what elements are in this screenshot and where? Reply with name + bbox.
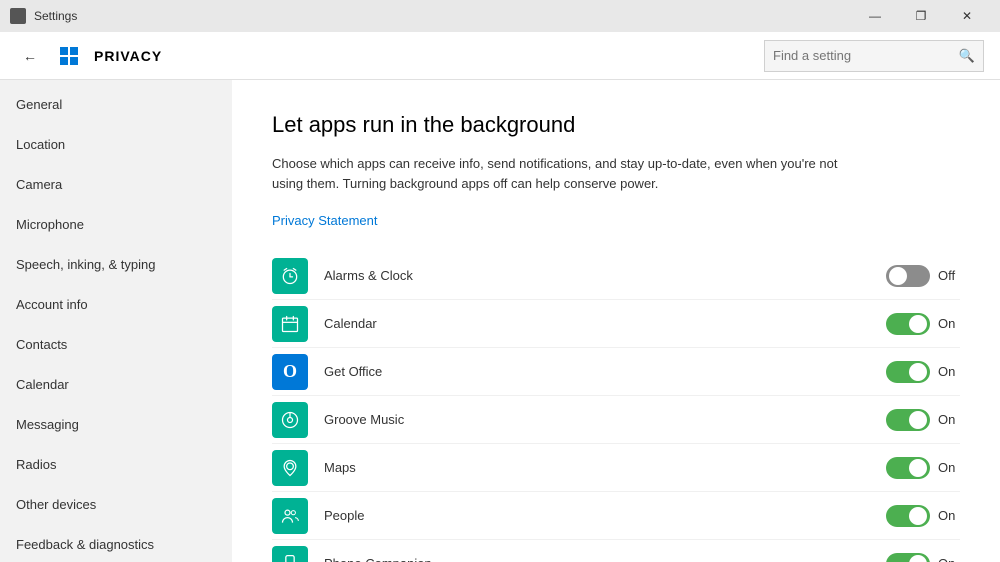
phone-companion-toggle[interactable] — [886, 553, 930, 562]
sidebar-label-microphone: Microphone — [16, 217, 84, 232]
groove-music-toggle-label: On — [938, 412, 960, 427]
sidebar-label-speech: Speech, inking, & typing — [16, 257, 155, 272]
title-bar-controls: — ❐ ✕ — [852, 0, 990, 32]
maps-name: Maps — [324, 460, 886, 475]
people-icon — [272, 498, 308, 534]
settings-logo-icon — [10, 8, 26, 24]
sidebar-item-camera[interactable]: Camera — [0, 164, 232, 204]
close-button[interactable]: ✕ — [944, 0, 990, 32]
sidebar-label-location: Location — [16, 137, 65, 152]
phone-companion-toggle-area: On — [886, 553, 960, 562]
maximize-button[interactable]: ❐ — [898, 0, 944, 32]
sidebar-label-feedback: Feedback & diagnostics — [16, 537, 154, 552]
sidebar-item-account-info[interactable]: Account info — [0, 284, 232, 324]
people-name: People — [324, 508, 886, 523]
sidebar-item-calendar[interactable]: Calendar — [0, 364, 232, 404]
groove-music-name: Groove Music — [324, 412, 886, 427]
maps-toggle-area: On — [886, 457, 960, 479]
maps-toggle-label: On — [938, 460, 960, 475]
main-layout: General Location Camera Microphone Speec… — [0, 80, 1000, 562]
section-title: PRIVACY — [94, 48, 748, 64]
sidebar-item-microphone[interactable]: Microphone — [0, 204, 232, 244]
get-office-toggle[interactable] — [886, 361, 930, 383]
calendar-app-name: Calendar — [324, 316, 886, 331]
maps-toggle[interactable] — [886, 457, 930, 479]
maps-icon — [272, 450, 308, 486]
sidebar: General Location Camera Microphone Speec… — [0, 80, 232, 562]
back-button[interactable]: ← — [16, 42, 44, 70]
phone-companion-icon — [272, 546, 308, 562]
people-toggle-label: On — [938, 508, 960, 523]
privacy-logo-icon — [60, 47, 78, 65]
alarms-name: Alarms & Clock — [324, 268, 886, 283]
search-icon: 🔍 — [959, 48, 975, 64]
app-header: ← PRIVACY 🔍 — [0, 32, 1000, 80]
sidebar-item-location[interactable]: Location — [0, 124, 232, 164]
sidebar-label-messaging: Messaging — [16, 417, 79, 432]
people-toggle[interactable] — [886, 505, 930, 527]
alarms-toggle[interactable] — [886, 265, 930, 287]
app-row-get-office: O Get Office On — [272, 348, 960, 396]
sidebar-item-radios[interactable]: Radios — [0, 444, 232, 484]
get-office-toggle-area: On — [886, 361, 960, 383]
groove-music-toggle[interactable] — [886, 409, 930, 431]
phone-companion-toggle-label: On — [938, 556, 960, 562]
search-input[interactable] — [773, 48, 959, 63]
page-title: Let apps run in the background — [272, 112, 960, 138]
sidebar-label-other-devices: Other devices — [16, 497, 96, 512]
sidebar-item-general[interactable]: General — [0, 84, 232, 124]
privacy-statement-link[interactable]: Privacy Statement — [272, 213, 960, 228]
sidebar-label-contacts: Contacts — [16, 337, 67, 352]
calendar-toggle-area: On — [886, 313, 960, 335]
app-row-groove-music: Groove Music On — [272, 396, 960, 444]
page-description: Choose which apps can receive info, send… — [272, 154, 852, 193]
sidebar-item-speech[interactable]: Speech, inking, & typing — [0, 244, 232, 284]
get-office-name: Get Office — [324, 364, 886, 379]
sidebar-item-contacts[interactable]: Contacts — [0, 324, 232, 364]
alarms-toggle-area: Off — [886, 265, 960, 287]
app-row-calendar: Calendar On — [272, 300, 960, 348]
title-bar-left: Settings — [10, 8, 77, 24]
sidebar-label-account-info: Account info — [16, 297, 88, 312]
calendar-toggle-label: On — [938, 316, 960, 331]
app-row-people: People On — [272, 492, 960, 540]
app-row-alarms: Alarms & Clock Off — [272, 252, 960, 300]
sidebar-label-camera: Camera — [16, 177, 62, 192]
sidebar-label-radios: Radios — [16, 457, 56, 472]
app-list: Alarms & Clock Off — [272, 252, 960, 562]
alarms-toggle-label: Off — [938, 268, 960, 283]
people-toggle-area: On — [886, 505, 960, 527]
search-box[interactable]: 🔍 — [764, 40, 984, 72]
calendar-app-icon — [272, 306, 308, 342]
get-office-icon: O — [272, 354, 308, 390]
sidebar-label-calendar: Calendar — [16, 377, 69, 392]
groove-music-icon — [272, 402, 308, 438]
content-area: Let apps run in the background Choose wh… — [232, 80, 1000, 562]
get-office-toggle-label: On — [938, 364, 960, 379]
sidebar-label-general: General — [16, 97, 62, 112]
sidebar-item-messaging[interactable]: Messaging — [0, 404, 232, 444]
get-office-icon-letter: O — [283, 361, 297, 382]
sidebar-item-other-devices[interactable]: Other devices — [0, 484, 232, 524]
app-row-phone-companion: Phone Companion On — [272, 540, 960, 562]
back-icon: ← — [23, 48, 37, 64]
app-row-maps: Maps On — [272, 444, 960, 492]
title-bar: Settings — ❐ ✕ — [0, 0, 1000, 32]
calendar-toggle[interactable] — [886, 313, 930, 335]
alarms-icon — [272, 258, 308, 294]
minimize-button[interactable]: — — [852, 0, 898, 32]
title-bar-title: Settings — [34, 9, 77, 23]
phone-companion-name: Phone Companion — [324, 556, 886, 562]
groove-music-toggle-area: On — [886, 409, 960, 431]
sidebar-item-feedback[interactable]: Feedback & diagnostics — [0, 524, 232, 562]
